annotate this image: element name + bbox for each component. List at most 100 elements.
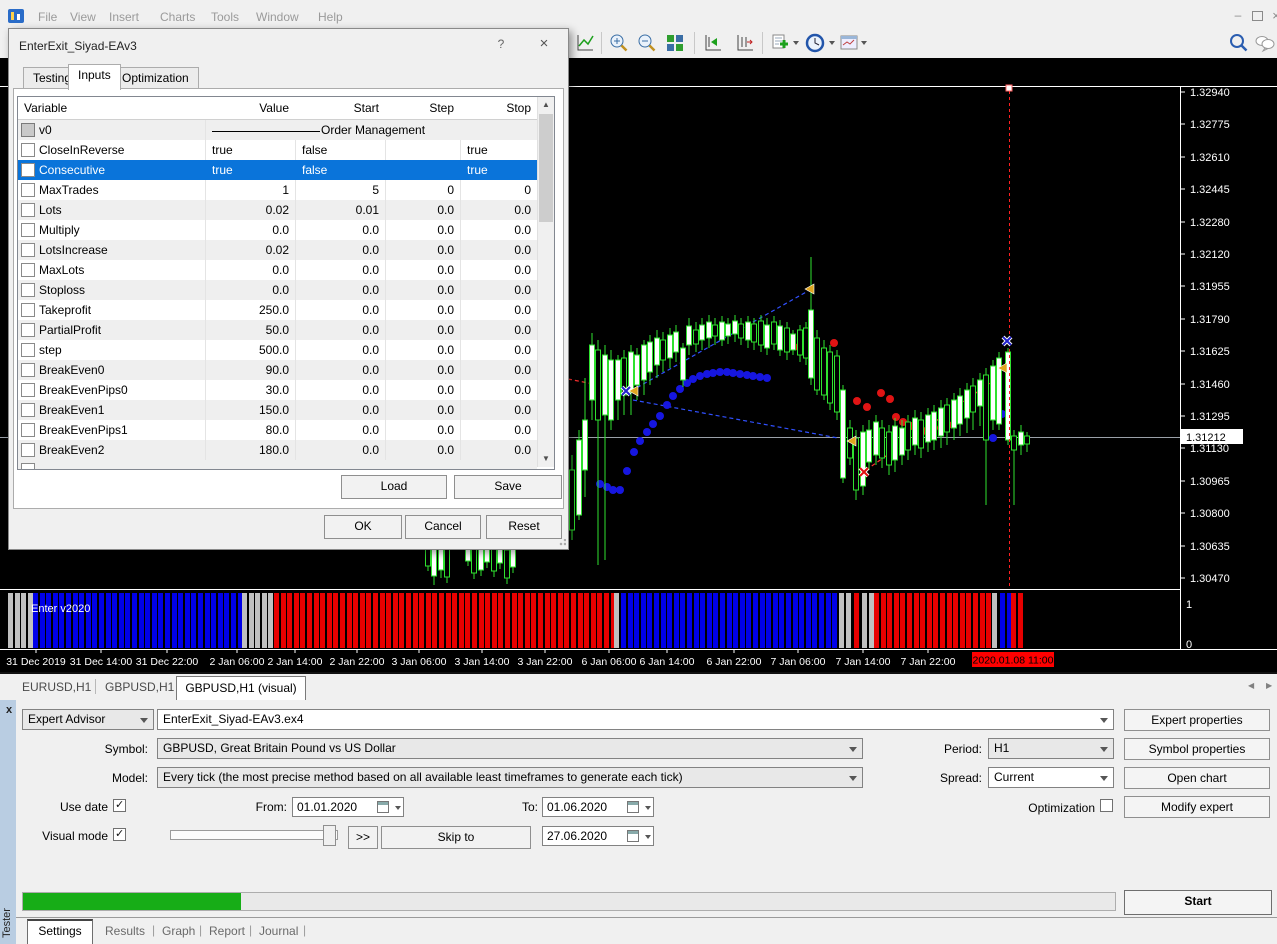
row-checkbox[interactable] bbox=[21, 383, 35, 397]
template-dropdown-icon[interactable] bbox=[861, 41, 867, 45]
tab-eurusd-h1[interactable]: EURUSD,H1 bbox=[22, 680, 91, 694]
tab-report[interactable]: Report bbox=[209, 924, 245, 938]
menu-charts[interactable]: Charts bbox=[160, 10, 195, 24]
slider-handle[interactable] bbox=[323, 825, 336, 846]
dialog-titlebar[interactable]: EnterExit_Siyad-EAv3 ? × bbox=[9, 29, 568, 63]
tabs-scroll-left-icon[interactable]: ◀ bbox=[1248, 681, 1254, 690]
tab-gbpusd-h1[interactable]: GBPUSD,H1 bbox=[105, 680, 174, 694]
crosshair-chart-icon[interactable] bbox=[574, 32, 596, 54]
template-icon[interactable] bbox=[838, 32, 860, 54]
new-order-dropdown-icon[interactable] bbox=[793, 41, 799, 45]
param-row-CloseInReverse[interactable]: CloseInReversetruefalsetrue bbox=[18, 140, 537, 160]
menu-file[interactable]: File bbox=[38, 10, 57, 24]
tab-optimization[interactable]: Optimization bbox=[112, 67, 199, 89]
save-button[interactable]: Save bbox=[454, 475, 562, 499]
fast-forward-button[interactable]: >> bbox=[348, 826, 378, 849]
menu-window[interactable]: Window bbox=[256, 10, 299, 24]
param-row-Consecutive[interactable]: Consecutivetruefalsetrue bbox=[18, 160, 537, 180]
skip-date-field[interactable]: 27.06.2020 bbox=[542, 826, 654, 846]
chart-shift-icon[interactable] bbox=[702, 32, 724, 54]
table-scrollbar[interactable]: ▲ ▼ bbox=[537, 97, 554, 467]
expert-properties-button[interactable]: Expert properties bbox=[1124, 709, 1270, 731]
param-row-BreakEven1[interactable]: BreakEven1150.00.00.00.0 bbox=[18, 400, 537, 420]
param-row-MaxTrades[interactable]: MaxTrades1500 bbox=[18, 180, 537, 200]
close-button[interactable]: × bbox=[1268, 8, 1277, 24]
dialog-close-button[interactable]: × bbox=[534, 35, 554, 55]
ea-type-select[interactable]: Expert Advisor bbox=[22, 709, 154, 730]
zoom-in-icon[interactable] bbox=[608, 32, 630, 54]
row-checkbox[interactable] bbox=[21, 363, 35, 377]
scroll-down-icon[interactable]: ▼ bbox=[538, 451, 554, 467]
tab-settings[interactable]: Settings bbox=[27, 919, 93, 944]
scroll-thumb[interactable] bbox=[539, 114, 553, 222]
tester-close-icon[interactable]: x bbox=[3, 704, 15, 716]
param-row-Takeprofit[interactable]: Takeprofit250.00.00.00.0 bbox=[18, 300, 537, 320]
param-row-BreakEven2[interactable]: BreakEven2180.00.00.00.0 bbox=[18, 440, 537, 460]
row-checkbox[interactable] bbox=[21, 203, 35, 217]
optimization-checkbox[interactable] bbox=[1100, 799, 1113, 812]
search-icon[interactable] bbox=[1228, 32, 1250, 54]
param-row-Lots[interactable]: Lots0.020.010.00.0 bbox=[18, 200, 537, 220]
param-row-BreakEvenPips0[interactable]: BreakEvenPips030.00.00.00.0 bbox=[18, 380, 537, 400]
period-clock-icon[interactable] bbox=[804, 32, 826, 54]
row-checkbox[interactable] bbox=[21, 403, 35, 417]
visual-mode-checkbox[interactable] bbox=[113, 828, 126, 841]
chat-icon[interactable] bbox=[1254, 32, 1276, 54]
param-row-LotsIncrease[interactable]: LotsIncrease0.020.00.00.0 bbox=[18, 240, 537, 260]
menu-insert[interactable]: Insert bbox=[109, 10, 139, 24]
param-row-BreakEvenPips1[interactable]: BreakEvenPips180.00.00.00.0 bbox=[18, 420, 537, 440]
menu-view[interactable]: View bbox=[70, 10, 96, 24]
row-checkbox[interactable] bbox=[21, 263, 35, 277]
row-checkbox[interactable] bbox=[21, 343, 35, 357]
row-checkbox[interactable] bbox=[21, 123, 35, 137]
row-checkbox[interactable] bbox=[21, 423, 35, 437]
row-checkbox[interactable] bbox=[21, 283, 35, 297]
param-row-v0[interactable]: v0Order Management bbox=[18, 120, 537, 140]
row-checkbox[interactable] bbox=[21, 243, 35, 257]
scroll-up-icon[interactable]: ▲ bbox=[538, 97, 554, 113]
visual-speed-slider[interactable] bbox=[170, 830, 338, 840]
reset-button[interactable]: Reset bbox=[486, 515, 562, 539]
skip-to-button[interactable]: Skip to bbox=[381, 826, 531, 849]
param-row-MaxLots[interactable]: MaxLots0.00.00.00.0 bbox=[18, 260, 537, 280]
parameters-table[interactable]: Variable Value Start Step Stop v0Order M… bbox=[17, 96, 555, 470]
menu-help[interactable]: Help bbox=[318, 10, 343, 24]
to-date-field[interactable]: 01.06.2020 bbox=[542, 797, 654, 817]
minimize-button[interactable]: – bbox=[1230, 8, 1246, 24]
period-dropdown-icon[interactable] bbox=[829, 41, 835, 45]
modify-expert-button[interactable]: Modify expert bbox=[1124, 796, 1270, 818]
param-row-PartialProfit[interactable]: PartialProfit50.00.00.00.0 bbox=[18, 320, 537, 340]
tab-gbpusd-h1-visual[interactable]: GBPUSD,H1 (visual) bbox=[176, 676, 306, 701]
from-date-field[interactable]: 01.01.2020 bbox=[292, 797, 404, 817]
tabs-scroll-right-icon[interactable]: ▶ bbox=[1266, 681, 1272, 690]
start-button[interactable]: Start bbox=[1124, 890, 1272, 915]
row-checkbox[interactable] bbox=[21, 443, 35, 457]
spread-select[interactable]: Current bbox=[988, 767, 1114, 788]
row-checkbox[interactable] bbox=[21, 163, 35, 177]
ok-button[interactable]: OK bbox=[324, 515, 402, 539]
zoom-out-icon[interactable] bbox=[636, 32, 658, 54]
open-chart-button[interactable]: Open chart bbox=[1124, 767, 1270, 789]
ea-name-select[interactable]: EnterExit_Siyad-EAv3.ex4 bbox=[157, 709, 1114, 730]
tab-inputs[interactable]: Inputs bbox=[68, 64, 121, 90]
row-checkbox[interactable] bbox=[21, 223, 35, 237]
use-date-checkbox[interactable] bbox=[113, 799, 126, 812]
row-checkbox[interactable] bbox=[21, 183, 35, 197]
row-checkbox[interactable] bbox=[21, 303, 35, 317]
model-select[interactable]: Every tick (the most precise method base… bbox=[157, 767, 863, 788]
cancel-button[interactable]: Cancel bbox=[405, 515, 481, 539]
tab-journal[interactable]: Journal bbox=[259, 924, 298, 938]
tab-graph[interactable]: Graph bbox=[162, 924, 195, 938]
tile-windows-icon[interactable] bbox=[664, 32, 686, 54]
symbol-select[interactable]: GBPUSD, Great Britain Pound vs US Dollar bbox=[157, 738, 863, 759]
period-select[interactable]: H1 bbox=[988, 738, 1114, 759]
dialog-help-button[interactable]: ? bbox=[492, 37, 510, 55]
menu-tools[interactable]: Tools bbox=[211, 10, 239, 24]
param-row-BreakEven0[interactable]: BreakEven090.00.00.00.0 bbox=[18, 360, 537, 380]
restore-icon[interactable] bbox=[1252, 11, 1263, 21]
auto-scroll-icon[interactable] bbox=[734, 32, 756, 54]
param-row-Multiply[interactable]: Multiply0.00.00.00.0 bbox=[18, 220, 537, 240]
param-row-Stoploss[interactable]: Stoploss0.00.00.00.0 bbox=[18, 280, 537, 300]
symbol-properties-button[interactable]: Symbol properties bbox=[1124, 738, 1270, 760]
load-button[interactable]: Load bbox=[341, 475, 447, 499]
